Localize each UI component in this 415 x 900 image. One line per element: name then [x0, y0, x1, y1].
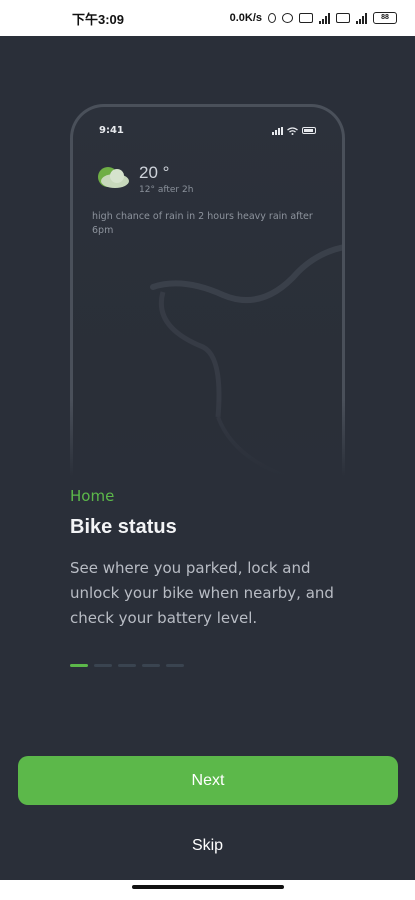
alarm-icon — [282, 13, 293, 23]
home-indicator[interactable] — [132, 885, 284, 889]
pagination-dot-1 — [70, 664, 88, 667]
page-title: Bike status — [70, 516, 177, 538]
weather-temperature: 20 ° — [139, 163, 170, 182]
mockup-battery-icon — [302, 127, 316, 134]
bluetooth-icon — [268, 13, 276, 23]
hd-icon-2 — [336, 13, 350, 23]
signal-icon — [319, 12, 330, 24]
weather-forecast: 12° after 2h — [139, 185, 194, 195]
pagination-dots — [70, 664, 184, 667]
cloud-icon — [98, 167, 129, 188]
signal-icon-2 — [356, 12, 367, 24]
navigation-bar — [0, 880, 415, 900]
status-time: 下午3:09 — [72, 11, 125, 27]
mockup-status-bar: 9:41 — [99, 125, 316, 136]
section-label: Home — [70, 487, 115, 505]
next-button[interactable]: Next — [18, 756, 398, 805]
mockup-wifi-icon — [287, 126, 298, 135]
skip-button[interactable]: Skip — [150, 832, 265, 860]
mockup-fade-overlay — [64, 400, 354, 490]
onboarding-screen: 下午3:09 0.0K/s 88 9:41 20 ° 12° after 2h … — [0, 0, 415, 900]
pagination-dot-2 — [94, 664, 112, 667]
status-icons: 0.0K/s 88 — [230, 12, 397, 24]
pagination-dot-4 — [142, 664, 160, 667]
hd-icon — [299, 13, 313, 23]
mockup-time: 9:41 — [99, 125, 124, 136]
battery-icon: 88 — [373, 12, 397, 24]
mockup-signal-icon — [272, 126, 283, 135]
network-speed: 0.0K/s — [229, 12, 262, 24]
page-description: See where you parked, lock and unlock yo… — [70, 559, 334, 627]
system-status-bar: 下午3:09 0.0K/s 88 — [0, 0, 415, 36]
weather-widget: 20 ° 12° after 2h — [95, 163, 193, 195]
pagination-dot-5 — [166, 664, 184, 667]
pagination-dot-3 — [118, 664, 136, 667]
